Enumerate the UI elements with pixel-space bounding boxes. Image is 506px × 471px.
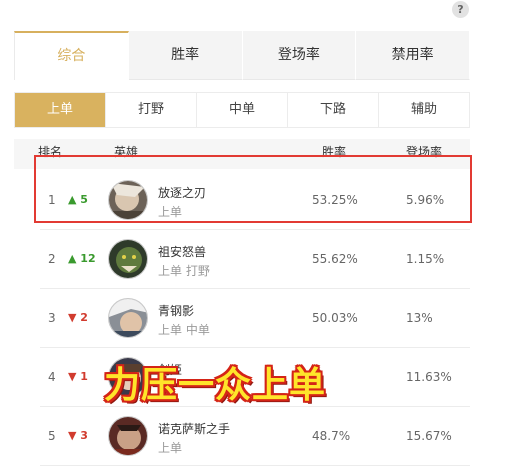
table-row[interactable]: 3 ▼ 2 青钢影 上单 中单 50.03% 13% [40,289,470,348]
tab-banrate[interactable]: 禁用率 [356,31,470,80]
hero-avatar[interactable] [108,239,148,279]
table-row[interactable]: 2 ▲ 12 祖安怒兽 上单 打野 55.62% 1.15% [40,230,470,289]
overlay-caption: 力压一众上单 [104,365,327,406]
hero-pickrate: 15.67% [406,429,452,443]
lane-support[interactable]: 辅助 [379,93,469,127]
hero-avatar[interactable] [108,416,148,456]
lane-mid[interactable]: 中单 [197,93,288,127]
help-icon[interactable]: ? [452,1,469,18]
hero-lanes: 上单 打野 [158,264,210,278]
hero-lanes: 上单 中单 [158,323,210,337]
hero-name[interactable]: 青钢影 [158,302,194,319]
highlight-box [34,155,472,223]
lane-filter: 上单 打野 中单 下路 辅助 [14,92,470,128]
trend-down: ▼ 3 [68,429,88,442]
hero-winrate: 48.7% [312,429,351,443]
lane-jungle[interactable]: 打野 [106,93,197,127]
rank-number: 3 [48,311,56,325]
hero-avatar[interactable] [108,298,148,338]
table-row[interactable]: 5 ▼ 3 诺克萨斯之手 上单 48.7% 15.67% [40,407,470,466]
rank-number: 4 [48,370,56,384]
hero-pickrate: 1.15% [406,252,445,266]
tab-overall[interactable]: 综合 [14,31,129,80]
tab-winrate[interactable]: 胜率 [128,31,243,80]
trend-up: ▲ 12 [68,252,96,265]
hero-name[interactable]: 祖安怒兽 [158,243,206,260]
trend-down: ▼ 2 [68,311,88,324]
rank-number: 5 [48,429,56,443]
trend-down: ▼ 1 [68,370,88,383]
tab-pickrate[interactable]: 登场率 [242,31,357,80]
main-tabs: 综合 胜率 登场率 禁用率 [14,31,470,80]
rank-number: 2 [48,252,56,266]
hero-lanes: 上单 [158,441,183,455]
hero-winrate: 50.03% [312,311,358,325]
hero-winrate: 55.62% [312,252,358,266]
hero-pickrate: 11.63% [406,370,452,384]
lane-bottom[interactable]: 下路 [288,93,379,127]
lane-top[interactable]: 上单 [15,93,106,127]
hero-name[interactable]: 诺克萨斯之手 [158,420,230,437]
hero-pickrate: 13% [406,311,433,325]
